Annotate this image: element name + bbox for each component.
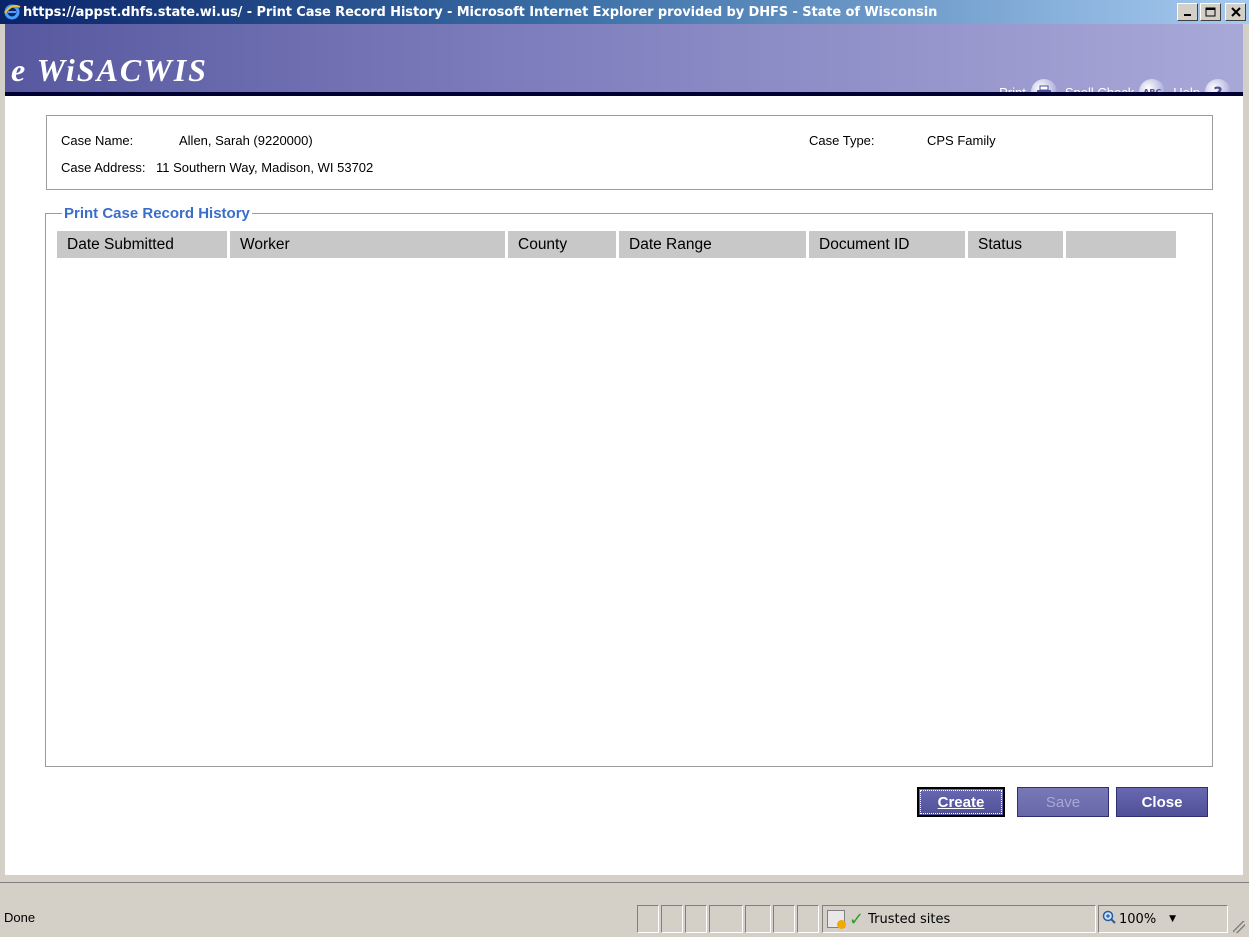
- case-type-label: Case Type:: [809, 133, 875, 148]
- column-blank: [1066, 231, 1176, 258]
- case-address-label: Case Address:: [61, 160, 146, 175]
- status-panel-main: [0, 905, 637, 933]
- column-date-submitted[interactable]: Date Submitted: [57, 231, 227, 258]
- case-info-box: Case Name: Allen, Sarah (9220000) Case A…: [46, 115, 1213, 190]
- status-panel-7: [797, 905, 819, 933]
- status-panel-4: [709, 905, 743, 933]
- save-button-label: Save: [1045, 793, 1081, 811]
- status-panel-1: [637, 905, 659, 933]
- close-button[interactable]: Close: [1116, 787, 1208, 817]
- history-legend: Print Case Record History: [62, 205, 252, 223]
- app-logo: e WiSACWIS: [11, 52, 208, 88]
- status-panel-3: [685, 905, 707, 933]
- case-type-value: CPS Family: [927, 133, 996, 148]
- internet-explorer-icon: [3, 3, 21, 21]
- status-panel-6: [773, 905, 795, 933]
- window-title: https://appst.dhfs.state.wi.us/ - Print …: [23, 4, 938, 20]
- resize-grip-icon[interactable]: [1233, 921, 1245, 933]
- column-document-id[interactable]: Document ID: [809, 231, 965, 258]
- close-button-label: Close: [1141, 793, 1183, 811]
- print-case-record-history-group: Print Case Record History Date Submitted…: [45, 205, 1213, 767]
- maximize-button[interactable]: [1200, 3, 1221, 21]
- window-border-right: [1243, 24, 1249, 882]
- case-name-label: Case Name:: [61, 133, 134, 148]
- popup-blocked-icon[interactable]: [827, 910, 846, 929]
- status-panel-2: [661, 905, 683, 933]
- app-header: e WiSACWIS Print Spell Check ABC Help ?: [5, 24, 1243, 105]
- security-zone[interactable]: ✓ Trusted sites: [827, 905, 1097, 933]
- column-worker[interactable]: Worker: [230, 231, 505, 258]
- status-panel-5: [745, 905, 771, 933]
- zoom-dropdown-icon[interactable]: ▼: [1169, 914, 1176, 924]
- checkmark-icon: ✓: [849, 908, 865, 930]
- column-date-range[interactable]: Date Range: [619, 231, 806, 258]
- column-status[interactable]: Status: [968, 231, 1063, 258]
- zoom-level: 100%: [1119, 911, 1157, 927]
- save-button[interactable]: Save: [1017, 787, 1109, 817]
- case-name-value: Allen, Sarah (9220000): [179, 133, 313, 148]
- main-content: Case Name: Allen, Sarah (9220000) Case A…: [5, 96, 1243, 875]
- zone-label: Trusted sites: [868, 911, 951, 927]
- create-button-label: Create: [937, 793, 985, 811]
- column-county[interactable]: County: [508, 231, 616, 258]
- status-bar: Done ✓ Trusted sites 100% ▼: [0, 882, 1249, 937]
- zoom-control[interactable]: 100% ▼: [1102, 910, 1176, 928]
- window-titlebar: https://appst.dhfs.state.wi.us/ - Print …: [0, 0, 1249, 24]
- create-button[interactable]: Create: [917, 787, 1005, 817]
- close-window-button[interactable]: [1225, 3, 1246, 21]
- magnifier-icon: [1102, 910, 1116, 928]
- case-address-value: 11 Southern Way, Madison, WI 53702: [156, 160, 374, 175]
- minimize-button[interactable]: [1177, 3, 1198, 21]
- history-table-header: Date Submitted Worker County Date Range …: [57, 231, 1177, 258]
